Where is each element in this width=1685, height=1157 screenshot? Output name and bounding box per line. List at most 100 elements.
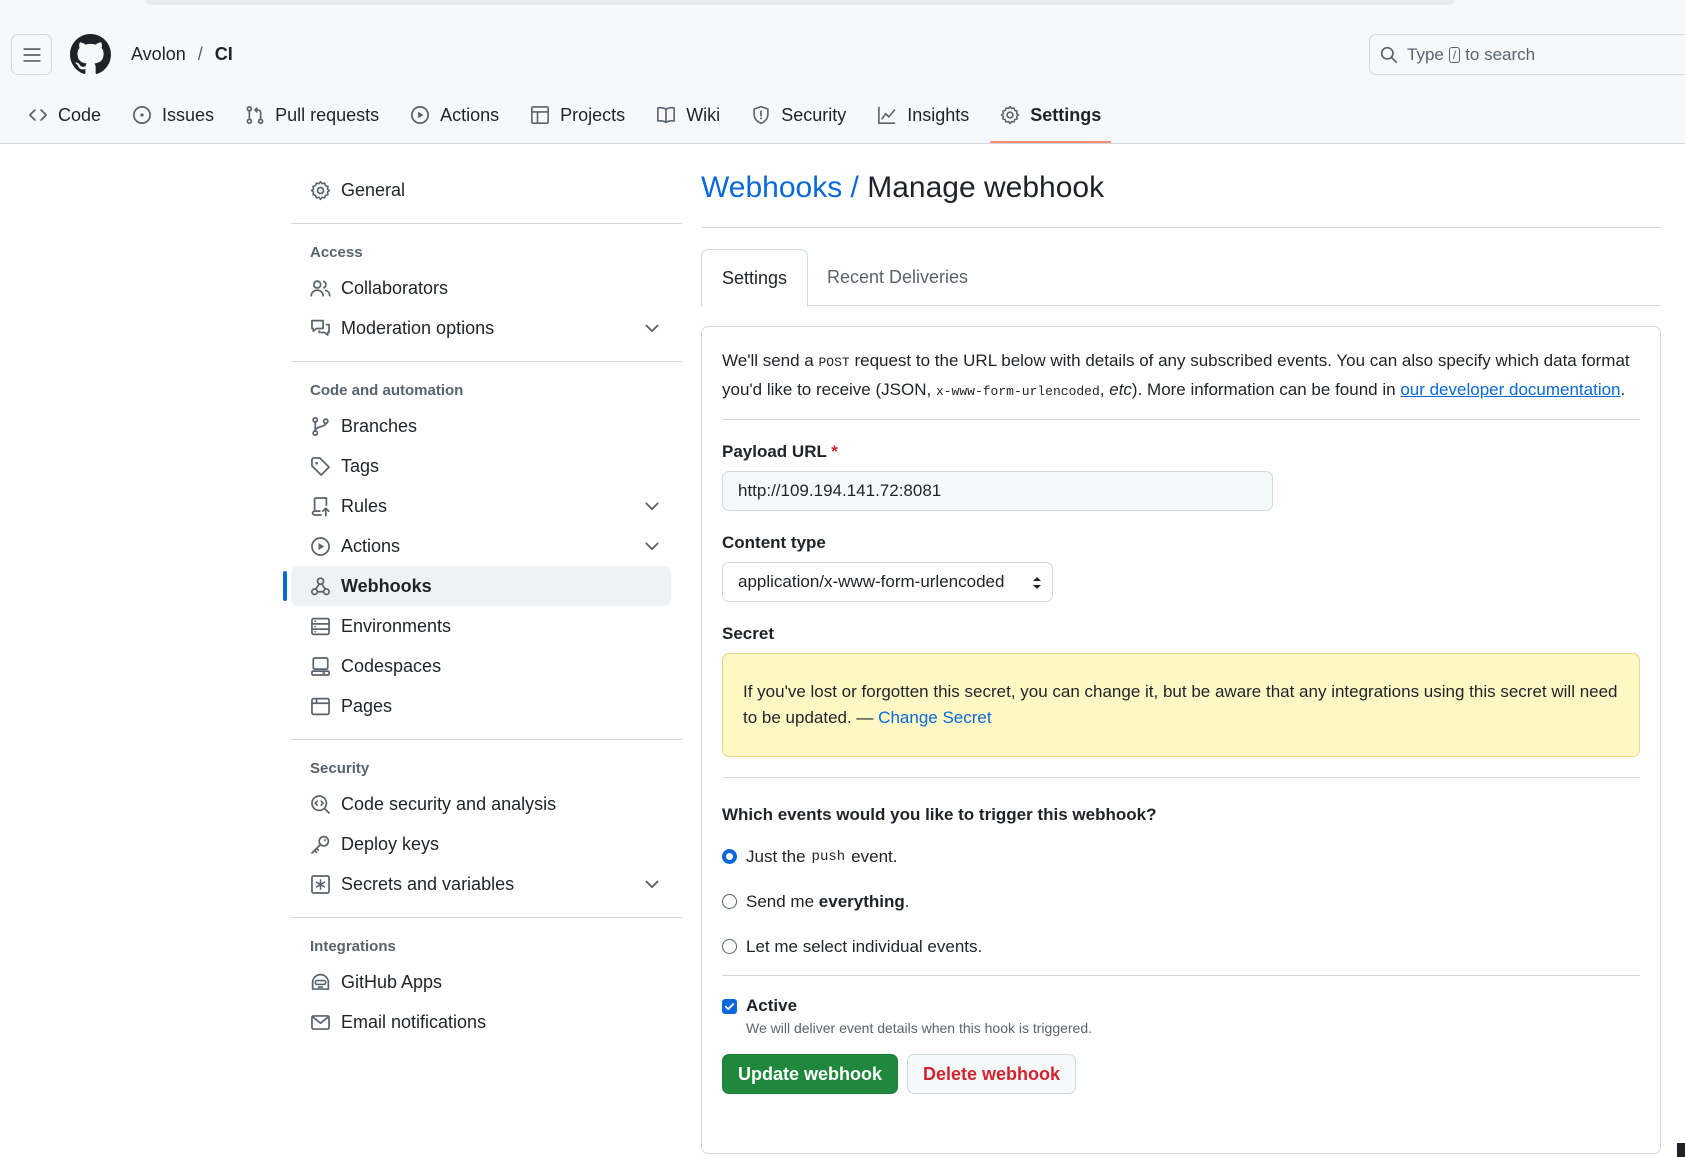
title-text: Manage webhook: [867, 171, 1105, 204]
radio-individual-events[interactable]: Let me select individual events.: [722, 924, 1640, 969]
chevron-down-icon[interactable]: [642, 536, 662, 556]
graph-icon: [878, 106, 896, 124]
breadcrumb: Avolon / CI: [131, 44, 233, 65]
tab-settings[interactable]: Settings: [701, 249, 809, 307]
radio-label: Let me select individual events.: [746, 936, 983, 956]
active-checkbox[interactable]: [722, 998, 737, 1014]
etc-text: etc: [1109, 380, 1132, 399]
git-branch-icon: [312, 416, 329, 436]
change-secret-link[interactable]: Change Secret: [878, 708, 991, 727]
sidebar-item-label: GitHub Apps: [341, 971, 443, 992]
developer-docs-link[interactable]: our developer documentation: [1400, 380, 1620, 399]
section-divider: [722, 777, 1640, 778]
sidebar-item-tags[interactable]: Tags: [291, 446, 682, 486]
payload-url-label: Payload URL *: [722, 442, 1640, 462]
radio-label: Just the: [746, 846, 806, 866]
intro-text: We'll send a POST request to the URL bel…: [722, 347, 1640, 420]
key-asterisk-icon: [311, 874, 330, 894]
sidebar-item-moderation[interactable]: Moderation options: [291, 308, 682, 348]
search-shortcut-key: /: [1448, 46, 1461, 63]
secret-warning: If you've lost or forgotten this secret,…: [722, 653, 1640, 757]
sidebar-divider: [291, 917, 682, 918]
delete-webhook-button[interactable]: Delete webhook: [907, 1054, 1077, 1094]
shield-icon: [753, 105, 769, 125]
sidebar-item-rules[interactable]: Rules: [291, 486, 682, 526]
sidebar-item-github-apps[interactable]: GitHub Apps: [291, 962, 682, 1002]
search-input[interactable]: Type / to search: [1369, 34, 1685, 75]
issue-opened-icon: [133, 106, 152, 124]
tab-pull-requests[interactable]: Pull requests: [235, 96, 389, 134]
tab-insights[interactable]: Insights: [867, 96, 979, 134]
table-icon: [531, 106, 550, 124]
sidebar-item-label: General: [341, 179, 406, 200]
menu-button[interactable]: [11, 34, 52, 75]
sidebar-item-label: Collaborators: [341, 277, 449, 298]
sidebar-item-pages[interactable]: Pages: [291, 686, 682, 726]
app-header: Avolon / CI Type / to search Code Issues…: [0, 0, 1685, 144]
sidebar-heading-code-automation: Code and automation: [310, 382, 464, 399]
code-icon: [29, 109, 47, 121]
play-icon: [311, 536, 330, 556]
book-icon: [657, 106, 676, 124]
webhook-form: We'll send a POST request to the URL bel…: [701, 326, 1661, 1154]
owner-link[interactable]: Avolon: [131, 44, 186, 65]
webhook-subtabs: Settings Recent Deliveries: [701, 249, 1661, 307]
browser-address-strip: [145, 0, 1455, 5]
chevron-down-icon[interactable]: [642, 318, 662, 338]
tab-wiki[interactable]: Wiki: [646, 96, 730, 134]
select-arrows-icon: [1033, 577, 1041, 589]
content-type-label: Content type: [722, 533, 826, 552]
repo-link[interactable]: CI: [215, 44, 233, 65]
tab-projects[interactable]: Projects: [520, 96, 635, 134]
active-checkbox-row[interactable]: Active: [722, 996, 1640, 1016]
sidebar-item-code-security[interactable]: Code security and analysis: [291, 784, 682, 824]
github-logo-icon[interactable]: [70, 34, 111, 75]
mail-icon: [311, 1014, 330, 1030]
update-webhook-button[interactable]: Update webhook: [722, 1054, 899, 1094]
sidebar-item-branches[interactable]: Branches: [291, 406, 682, 446]
sidebar-item-codespaces[interactable]: Codespaces: [291, 646, 682, 686]
chevron-down-icon[interactable]: [642, 496, 662, 516]
sidebar-item-label: Code security and analysis: [341, 793, 557, 814]
sidebar-item-secrets[interactable]: Secrets and variables: [291, 864, 682, 904]
page-title: Webhooks / Manage webhook: [701, 168, 1661, 228]
tab-settings[interactable]: Settings: [990, 96, 1112, 143]
search-placeholder-start: Type: [1407, 44, 1444, 64]
sidebar-item-webhooks[interactable]: Webhooks: [283, 566, 671, 606]
chevron-down-icon[interactable]: [642, 874, 662, 894]
tab-security[interactable]: Security: [741, 96, 856, 134]
sidebar-item-label: Deploy keys: [341, 833, 440, 854]
tab-recent-deliveries[interactable]: Recent Deliveries: [807, 249, 988, 306]
payload-url-input[interactable]: http://109.194.141.72:8081: [722, 471, 1273, 511]
radio-button[interactable]: [722, 939, 737, 954]
intro-part: We'll send a: [722, 351, 814, 370]
sidebar-item-deploy-keys[interactable]: Deploy keys: [291, 824, 682, 864]
tab-label: Insights: [907, 104, 970, 125]
git-pull-request-icon: [246, 105, 264, 125]
sidebar-item-collaborators[interactable]: Collaborators: [291, 268, 682, 308]
sidebar-item-email-notifications[interactable]: Email notifications: [291, 1002, 682, 1042]
sidebar-item-environments[interactable]: Environments: [291, 606, 682, 646]
radio-button[interactable]: [722, 894, 737, 909]
tab-actions[interactable]: Actions: [400, 96, 509, 134]
sidebar-item-label: Codespaces: [341, 655, 442, 676]
intro-part: ). More information can be found in: [1131, 380, 1396, 399]
radio-everything[interactable]: Send me everything.: [722, 879, 1640, 924]
webhooks-breadcrumb-link[interactable]: Webhooks: [701, 171, 842, 204]
sidebar-item-label: Environments: [341, 615, 452, 636]
sidebar-item-label: Rules: [341, 495, 388, 516]
search-placeholder-end: to search: [1465, 44, 1536, 64]
sidebar-item-label: Secrets and variables: [341, 873, 515, 894]
sidebar-heading-security: Security: [310, 760, 370, 777]
active-hint: We will deliver event details when this …: [746, 1020, 1093, 1036]
hubot-icon: [311, 973, 330, 990]
content-type-select[interactable]: application/x-www-form-urlencoded: [722, 562, 1053, 602]
tag-icon: [311, 456, 330, 476]
sidebar-item-general[interactable]: General: [291, 170, 682, 210]
radio-button-checked[interactable]: [722, 849, 737, 864]
tab-code[interactable]: Code: [18, 96, 111, 134]
sidebar-item-actions[interactable]: Actions: [291, 526, 682, 566]
label-text: Payload URL: [722, 442, 827, 461]
tab-issues[interactable]: Issues: [122, 96, 224, 134]
radio-push-event[interactable]: Just the push event.: [722, 834, 1640, 879]
